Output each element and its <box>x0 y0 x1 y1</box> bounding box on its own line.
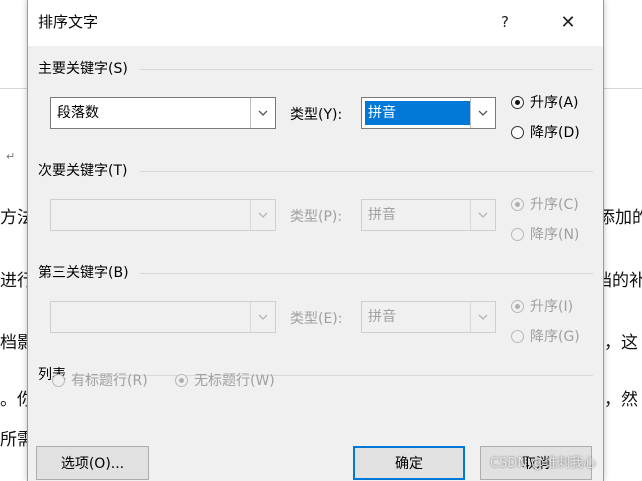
header-row-radio[interactable]: 有标题行(R) <box>52 370 148 390</box>
paragraph-mark: ↵ <box>6 150 16 163</box>
chevron-down-icon[interactable] <box>250 98 275 128</box>
primary-key-value: 段落数 <box>57 105 99 121</box>
primary-type-label: 类型(Y): <box>290 107 343 123</box>
radio-unchecked-icon <box>52 373 65 387</box>
primary-ascending-radio[interactable]: 升序(A) <box>511 92 579 112</box>
tertiary-ascending-radio[interactable]: 升序(I) <box>511 296 573 316</box>
section-divider <box>140 273 593 274</box>
secondary-key-select[interactable] <box>50 199 276 231</box>
chevron-down-icon[interactable] <box>250 200 275 230</box>
options-button[interactable]: 选项(O)... <box>36 446 149 480</box>
secondary-type-label: 类型(P): <box>290 209 343 225</box>
secondary-ascending-radio[interactable]: 升序(C) <box>511 194 579 214</box>
section-divider <box>140 69 593 70</box>
ok-button[interactable]: 确定 <box>353 446 465 480</box>
chevron-down-icon[interactable] <box>470 200 495 230</box>
tertiary-type-value: 拼音 <box>368 309 396 325</box>
tertiary-key-value <box>54 305 60 329</box>
radio-label: 降序(G) <box>530 329 580 345</box>
chevron-down-icon[interactable] <box>250 302 275 332</box>
radio-label: 有标题行(R) <box>71 373 148 389</box>
dialog-titlebar: 排序文字 ? ✕ <box>28 0 603 46</box>
radio-checked-icon <box>175 373 188 387</box>
radio-unchecked-icon <box>511 329 524 343</box>
radio-label: 升序(A) <box>530 95 579 111</box>
radio-label: 升序(C) <box>530 197 579 213</box>
radio-label: 降序(N) <box>530 227 580 243</box>
primary-type-select[interactable]: 拼音 <box>361 97 496 129</box>
sort-text-dialog: 排序文字 ? ✕ 主要关键字(S) 段落数 类型(Y): 拼音 升序(A) 降序… <box>27 0 604 481</box>
radio-checked-icon <box>511 299 524 313</box>
tertiary-descending-radio[interactable]: 降序(G) <box>511 326 580 346</box>
radio-unchecked-icon <box>511 227 524 241</box>
radio-checked-icon <box>511 95 524 109</box>
primary-type-value: 拼音 <box>365 101 471 125</box>
tertiary-type-select[interactable]: 拼音 <box>361 301 496 333</box>
radio-label: 无标题行(W) <box>194 373 275 389</box>
secondary-type-value: 拼音 <box>368 207 396 223</box>
tertiary-key-select[interactable] <box>50 301 276 333</box>
doc-text-fragment: ，这 <box>604 333 638 353</box>
doc-text-fragment: 添加的 <box>598 208 642 228</box>
chevron-down-icon[interactable] <box>470 302 495 332</box>
close-button[interactable]: ✕ <box>553 8 583 36</box>
radio-label: 降序(D) <box>530 125 580 141</box>
secondary-key-value <box>54 203 60 227</box>
radio-checked-icon <box>511 197 524 211</box>
secondary-type-select[interactable]: 拼音 <box>361 199 496 231</box>
no-header-row-radio[interactable]: 无标题行(W) <box>175 370 275 390</box>
tertiary-key-label: 第三关键字(B) <box>38 265 129 281</box>
section-divider <box>140 171 593 172</box>
chevron-down-icon[interactable] <box>470 98 495 128</box>
primary-descending-radio[interactable]: 降序(D) <box>511 122 580 142</box>
help-button[interactable]: ? <box>490 8 520 36</box>
dialog-title: 排序文字 <box>38 13 99 31</box>
primary-key-label: 主要关键字(S) <box>38 61 128 77</box>
radio-unchecked-icon <box>511 125 524 139</box>
section-divider <box>76 375 593 376</box>
secondary-descending-radio[interactable]: 降序(N) <box>511 224 579 244</box>
doc-text-fragment: ，然 <box>604 390 638 410</box>
watermark: CSDN @谁刺我心 <box>490 456 597 471</box>
radio-label: 升序(I) <box>530 299 574 315</box>
secondary-key-label: 次要关键字(T) <box>38 163 128 179</box>
tertiary-type-label: 类型(E): <box>290 311 343 327</box>
primary-key-select[interactable]: 段落数 <box>50 97 276 129</box>
